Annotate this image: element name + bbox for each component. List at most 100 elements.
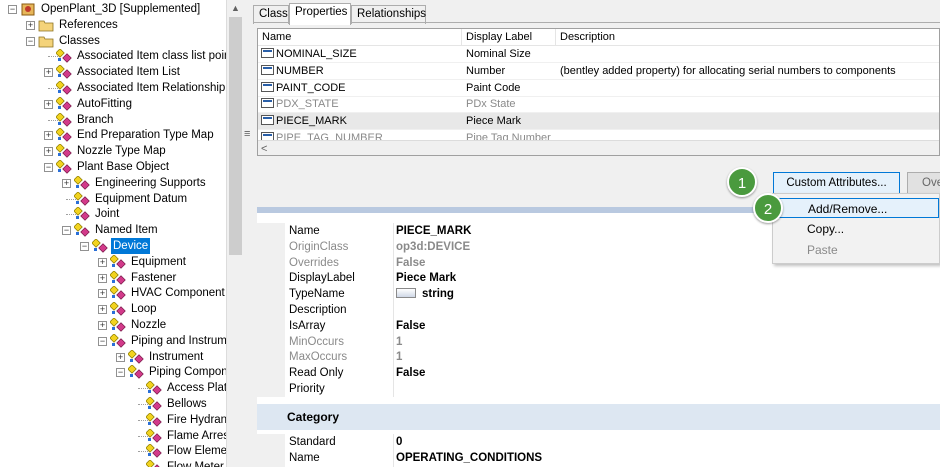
- tree-node[interactable]: + Equipment: [0, 254, 226, 270]
- property-row[interactable]: MinOccurs 1: [257, 333, 940, 350]
- tree-node-label[interactable]: Associated Item class list pointer: [75, 48, 242, 64]
- column-header-display-label[interactable]: Display Label: [462, 29, 556, 46]
- tree-node[interactable]: − Named Item: [0, 222, 226, 238]
- tree-node-label[interactable]: End Preparation Type Map: [75, 127, 216, 143]
- tree-node[interactable]: Equipment Datum: [0, 190, 226, 207]
- description-cell[interactable]: [560, 80, 939, 97]
- tree-node-label[interactable]: HVAC Component: [129, 285, 227, 301]
- tree-node-label[interactable]: Flow Meter: [165, 459, 226, 467]
- schema-tree[interactable]: − OpenPlant_3D [Supplemented] + References −…: [0, 0, 243, 467]
- scrollbar-thumb[interactable]: [229, 17, 242, 255]
- property-name-cell[interactable]: PIECE_MARK: [261, 113, 461, 130]
- tree-node-label[interactable]: Associated Item Relationship: [75, 80, 227, 96]
- tree-node-label[interactable]: Equipment Datum: [93, 191, 189, 207]
- tree-node-label[interactable]: Bellows: [165, 396, 209, 412]
- menu-item-add-remove[interactable]: Add/Remove...: [775, 198, 939, 218]
- tree-node-label[interactable]: Plant Base Object: [75, 159, 171, 175]
- tree-node-label[interactable]: Joint: [93, 206, 121, 222]
- display-label-cell[interactable]: Paint Code: [466, 80, 556, 97]
- tree-node-label[interactable]: Engineering Supports: [93, 175, 208, 191]
- tree-node[interactable]: Bellows: [0, 396, 226, 412]
- tree-node-label[interactable]: Fire Hydrant: [165, 412, 232, 428]
- expand-icon[interactable]: +: [116, 352, 125, 362]
- collapse-icon[interactable]: −: [44, 163, 53, 172]
- tree-node[interactable]: Joint: [0, 206, 226, 222]
- tree-node[interactable]: + Fastener: [0, 269, 226, 286]
- table-row[interactable]: PIECE_MARK Piece Mark: [258, 113, 939, 131]
- tree-node[interactable]: − Plant Base Object: [0, 159, 226, 175]
- tree-node[interactable]: + Nozzle: [0, 317, 226, 333]
- tree-node[interactable]: + End Preparation Type Map: [0, 127, 226, 143]
- tree-node[interactable]: + Loop: [0, 301, 226, 317]
- tree-node[interactable]: + Engineering Supports: [0, 175, 226, 191]
- tree-node-label[interactable]: OpenPlant_3D [Supplemented]: [39, 1, 202, 17]
- property-row[interactable]: DisplayLabel Piece Mark: [257, 270, 940, 287]
- tree-node-label[interactable]: Nozzle: [129, 317, 168, 333]
- display-label-cell[interactable]: PDx State: [466, 96, 556, 113]
- expand-icon[interactable]: +: [44, 68, 53, 78]
- property-row[interactable]: Read Only False: [257, 365, 940, 382]
- tree-node-label[interactable]: Device: [111, 238, 151, 254]
- table-row[interactable]: NUMBER Number (bentley added property) for…: [258, 63, 939, 80]
- tree-node-label[interactable]: Loop: [129, 301, 159, 317]
- property-value[interactable]: PIECE_MARK: [396, 223, 471, 239]
- collapse-icon[interactable]: −: [8, 5, 17, 14]
- description-cell[interactable]: [560, 46, 939, 63]
- tree-node[interactable]: − OpenPlant_3D [Supplemented]: [0, 1, 226, 17]
- tree-node[interactable]: + Instrument: [0, 348, 226, 365]
- collapse-icon[interactable]: −: [62, 226, 71, 236]
- tab-properties[interactable]: Properties: [289, 3, 351, 25]
- property-row[interactable]: IsArray False: [257, 317, 940, 334]
- tree-node[interactable]: − Classes: [0, 33, 226, 49]
- tree-node[interactable]: Branch: [0, 111, 226, 128]
- column-header-name[interactable]: Name: [258, 29, 462, 46]
- collapse-icon[interactable]: −: [116, 368, 125, 378]
- table-row[interactable]: PDX_STATE PDx State: [258, 96, 939, 114]
- tree-node[interactable]: Flow Element: [0, 443, 237, 459]
- expand-icon[interactable]: +: [98, 273, 107, 283]
- property-value[interactable]: 1: [396, 349, 402, 365]
- property-value[interactable]: False: [396, 365, 425, 381]
- tree-node[interactable]: − Piping and Instrument (: [0, 333, 242, 349]
- description-cell[interactable]: [560, 96, 939, 113]
- property-value[interactable]: Piece Mark: [396, 270, 456, 286]
- category-row[interactable]: Standard 0: [257, 433, 940, 450]
- display-label-cell[interactable]: Piece Mark: [466, 113, 556, 130]
- menu-item-paste[interactable]: Paste: [775, 240, 939, 260]
- column-header-description[interactable]: Description: [556, 29, 939, 46]
- tree-node[interactable]: + HVAC Component: [0, 285, 226, 301]
- expand-icon[interactable]: +: [44, 147, 53, 157]
- description-cell[interactable]: (bentley added property) for allocating …: [560, 63, 939, 80]
- tree-node[interactable]: Associated Item Relationship: [0, 80, 226, 96]
- property-name-cell[interactable]: PAINT_CODE: [261, 80, 461, 97]
- property-value[interactable]: string: [396, 286, 454, 302]
- category-row[interactable]: Name OPERATING_CONDITIONS: [257, 449, 940, 466]
- menu-item-copy[interactable]: Copy...: [775, 219, 939, 239]
- tree-node-label[interactable]: AutoFitting: [75, 96, 134, 112]
- tree-node[interactable]: + Nozzle Type Map: [0, 143, 226, 159]
- horizontal-scrollbar[interactable]: <: [258, 140, 939, 155]
- property-name-cell[interactable]: PDX_STATE: [261, 96, 461, 113]
- property-value[interactable]: False: [396, 318, 425, 334]
- properties-table[interactable]: Name Display Label Description NOMINAL_S…: [257, 28, 940, 156]
- tree-scrollbar[interactable]: ▲: [226, 0, 243, 467]
- table-row[interactable]: NOMINAL_SIZE Nominal Size: [258, 46, 939, 63]
- overrides-button[interactable]: Ove: [907, 172, 940, 195]
- expand-icon[interactable]: +: [98, 305, 107, 315]
- expand-icon[interactable]: +: [44, 131, 53, 141]
- display-label-cell[interactable]: Nominal Size: [466, 46, 556, 63]
- tree-node[interactable]: − Piping Component: [0, 364, 242, 380]
- table-row[interactable]: PAINT_CODE Paint Code: [258, 80, 939, 97]
- property-name-cell[interactable]: NUMBER: [261, 63, 461, 80]
- expand-icon[interactable]: +: [26, 20, 35, 30]
- tree-node-label[interactable]: Access Plate: [165, 380, 235, 396]
- property-value[interactable]: 1: [396, 334, 402, 350]
- collapse-icon[interactable]: −: [80, 242, 89, 251]
- tree-node[interactable]: + References: [0, 17, 226, 33]
- property-row[interactable]: Priority: [257, 381, 940, 397]
- scroll-up-icon[interactable]: ▲: [227, 0, 244, 17]
- property-row[interactable]: MaxOccurs 1: [257, 349, 940, 366]
- custom-attributes-button[interactable]: Custom Attributes...: [773, 172, 900, 195]
- tree-node-label[interactable]: Equipment: [129, 254, 188, 270]
- tree-node-label[interactable]: Named Item: [93, 222, 160, 238]
